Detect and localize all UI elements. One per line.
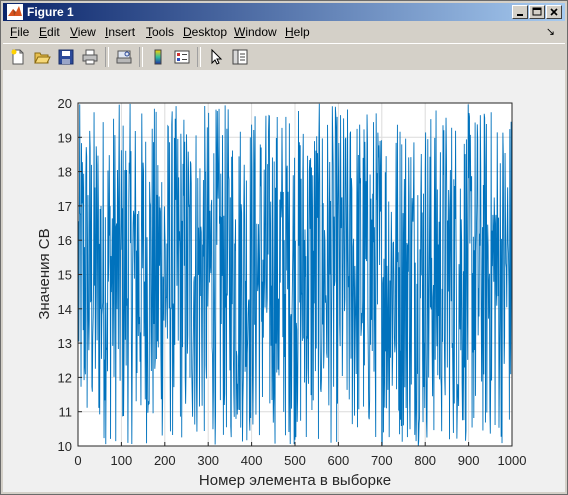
y-tick-label: 12 (58, 370, 72, 385)
y-tick-label: 13 (58, 336, 72, 351)
toolbar-separator (139, 47, 143, 67)
y-tick-label: 19 (58, 130, 72, 145)
window-title: Figure 1 (27, 5, 74, 19)
plot-area[interactable]: 0 100 200 300 400 500 600 700 800 900 1000 10 11 12 1… (3, 70, 565, 492)
x-tick-label: 900 (458, 453, 480, 468)
colorbar-icon[interactable] (149, 48, 167, 66)
figure-canvas[interactable]: 0 100 200 300 400 500 600 700 800 900 1000 10 11 12 1… (3, 70, 565, 492)
minimize-button[interactable] (512, 5, 528, 19)
menu-view[interactable]: View (70, 25, 96, 39)
x-tick-label: 300 (197, 453, 219, 468)
x-tick-label: 500 (284, 453, 306, 468)
x-tick-label: 400 (241, 453, 263, 468)
figure-toolbar (3, 43, 565, 71)
x-tick-label: 200 (154, 453, 176, 468)
y-tick-label: 15 (58, 268, 72, 283)
x-tick-label: 600 (328, 453, 350, 468)
dock-arrow-icon[interactable]: ↘ (546, 25, 555, 38)
x-tick-label: 100 (111, 453, 133, 468)
figure-window: Figure 1 File Edit View Insert Tools Des… (0, 0, 568, 495)
y-tick-label: 16 (58, 233, 72, 248)
menu-edit[interactable]: Edit (39, 25, 60, 39)
x-tick-label: 0 (74, 453, 81, 468)
menu-tools[interactable]: Tools (146, 25, 174, 39)
y-tick-label: 20 (58, 96, 72, 111)
maximize-button[interactable] (529, 5, 545, 19)
close-button[interactable] (546, 5, 562, 19)
matlab-logo-icon (7, 4, 23, 20)
menu-file[interactable]: File (10, 25, 29, 39)
x-tick-label: 800 (414, 453, 436, 468)
menu-bar: File Edit View Insert Tools Desktop Wind… (3, 22, 565, 42)
legend-icon[interactable] (173, 48, 191, 66)
new-figure-icon[interactable] (9, 48, 27, 66)
minimize-icon (517, 14, 523, 16)
edit-plot-arrow-icon[interactable] (207, 48, 225, 66)
toolbar-separator (105, 47, 109, 67)
x-tick-label: 1000 (498, 453, 527, 468)
menu-window[interactable]: Window (234, 25, 277, 39)
save-icon[interactable] (57, 48, 75, 66)
property-editor-icon[interactable] (231, 48, 249, 66)
x-tick-label: 700 (371, 453, 393, 468)
toolbar-separator (197, 47, 201, 67)
y-axis-label: Значения СВ (36, 228, 53, 319)
y-tick-label: 17 (58, 199, 72, 214)
menu-insert[interactable]: Insert (105, 25, 135, 39)
y-tick-label: 11 (59, 405, 73, 420)
close-icon (550, 8, 558, 16)
print-preview-icon[interactable] (115, 48, 133, 66)
title-bar[interactable]: Figure 1 (3, 3, 565, 21)
maximize-icon (532, 7, 542, 16)
x-axis-label: Номер элемента в выборке (199, 472, 391, 489)
print-icon[interactable] (81, 48, 99, 66)
open-file-icon[interactable] (33, 48, 51, 66)
menu-desktop[interactable]: Desktop (183, 25, 227, 39)
menu-help[interactable]: Help (285, 25, 310, 39)
y-tick-label: 10 (58, 439, 72, 454)
y-tick-label: 18 (58, 165, 72, 180)
y-tick-label: 14 (58, 302, 72, 317)
